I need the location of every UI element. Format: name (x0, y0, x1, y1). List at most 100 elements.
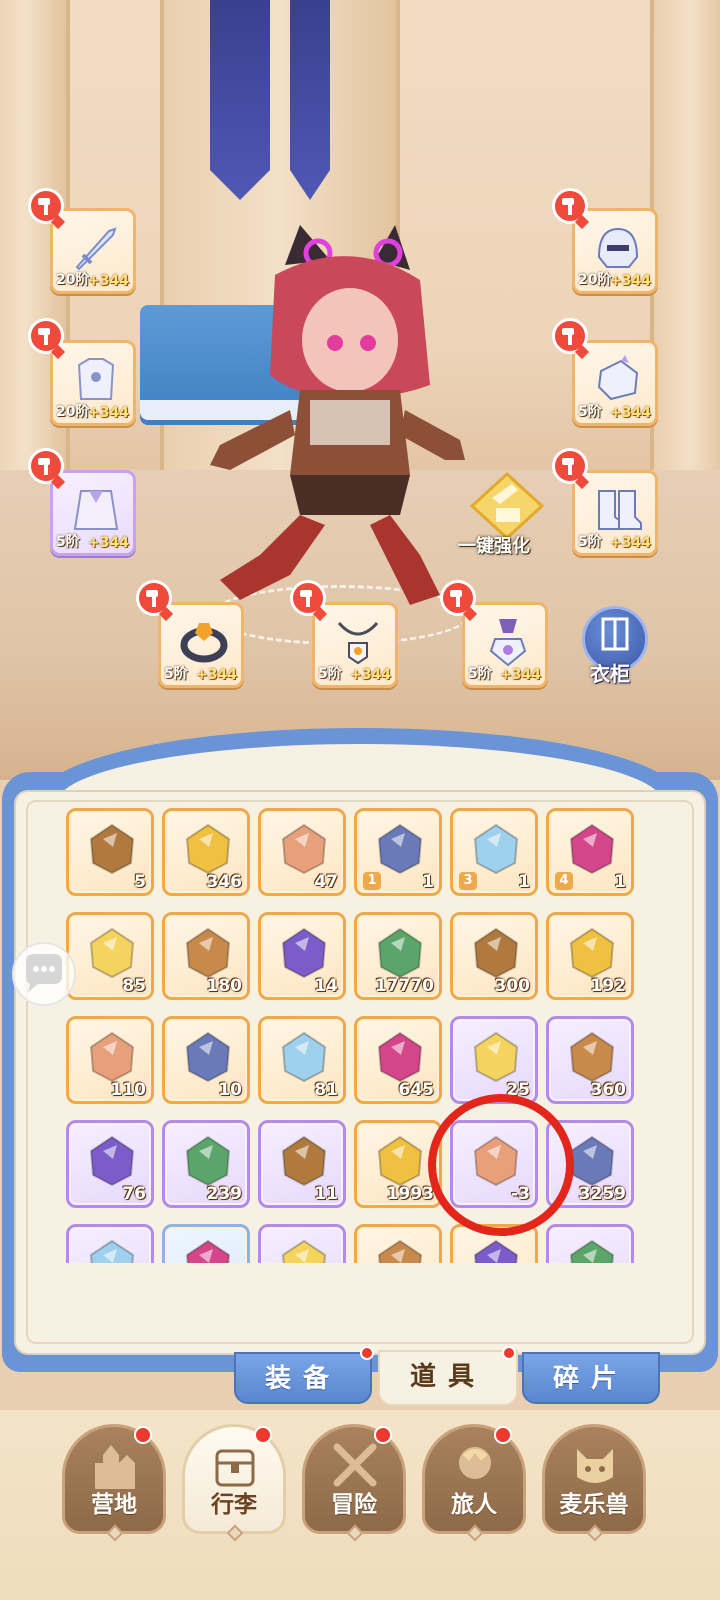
seed-bag-icon (275, 819, 333, 877)
upgrade-hammer-icon[interactable] (552, 448, 588, 484)
item-count: 5 (134, 872, 146, 892)
jingle-bell-icon (371, 1027, 429, 1085)
envelope-icon (371, 1235, 429, 1263)
inventory-slot[interactable]: 17770 (354, 912, 442, 1000)
snowflake-icon (371, 1131, 429, 1189)
nav-luggage[interactable]: 行李 (182, 1424, 286, 1542)
equip-tier: 5阶 (578, 404, 602, 420)
inventory-slot[interactable]: 300 (450, 912, 538, 1000)
inventory-slot[interactable]: 41 (546, 808, 634, 896)
inventory-slot[interactable]: 346 (162, 808, 250, 896)
nav-traveler[interactable]: 旅人 (422, 1424, 526, 1542)
tab-label: 碎片 (552, 1364, 629, 1394)
equip-tier: 20阶 (56, 272, 90, 288)
inventory-slot[interactable]: 11 (354, 808, 442, 896)
inventory-slot[interactable]: 85 (66, 912, 154, 1000)
upgrade-hammer-icon[interactable] (136, 580, 172, 616)
inventory-slot[interactable] (258, 1224, 346, 1263)
one-click-enhance-label: 一键强化 (458, 536, 530, 557)
inventory-slot[interactable]: 180 (162, 912, 250, 1000)
leaf-icon (467, 1235, 525, 1263)
gold-gem-icon (83, 923, 141, 981)
inventory-slot[interactable] (162, 1224, 250, 1263)
item-count: 76 (122, 1184, 146, 1204)
ring-icon (180, 623, 228, 663)
star-icon (179, 923, 237, 981)
chat-button[interactable] (12, 942, 76, 1006)
item-count: 10 (218, 1080, 242, 1100)
equip-bonus: +344 (500, 667, 541, 683)
inventory-slot[interactable]: 360 (546, 1016, 634, 1104)
item-count: 346 (206, 872, 243, 892)
inventory-slot[interactable]: 76 (66, 1120, 154, 1208)
chat-bubble-icon (26, 954, 62, 992)
item-count: 645 (398, 1080, 435, 1100)
equip-tier: 20阶 (578, 272, 612, 288)
banner (290, 0, 330, 200)
red-circle-highlight (428, 1094, 574, 1236)
inventory-slot[interactable]: 47 (258, 808, 346, 896)
item-count: 1993 (386, 1184, 434, 1204)
tab-badge-dot (360, 1346, 374, 1360)
inventory-slot[interactable]: 81 (258, 1016, 346, 1104)
item-count: 110 (110, 1080, 147, 1100)
upgrade-hammer-icon[interactable] (440, 580, 476, 616)
enhance-anvil-icon (469, 471, 545, 541)
inventory-slot[interactable]: 11 (258, 1120, 346, 1208)
nav-label: 行李 (211, 1492, 257, 1518)
potion-jar-icon (563, 1027, 621, 1085)
sword-icon (75, 227, 117, 271)
tab-fragments[interactable]: 碎片 (522, 1352, 660, 1404)
inventory-slot[interactable] (66, 1224, 154, 1263)
inventory-slot[interactable]: 10 (162, 1016, 250, 1104)
upgrade-hammer-icon[interactable] (552, 318, 588, 354)
upgrade-hammer-icon[interactable] (28, 188, 64, 224)
equip-tier: 5阶 (56, 534, 80, 550)
wardrobe-button[interactable]: 衣柜 (578, 606, 652, 686)
item-count: 180 (206, 976, 243, 996)
inventory-slot[interactable]: 110 (66, 1016, 154, 1104)
equip-tier: 5阶 (318, 666, 342, 682)
equip-bonus: +344 (610, 535, 651, 551)
inventory-slot[interactable]: 14 (258, 912, 346, 1000)
upgrade-hammer-icon[interactable] (552, 188, 588, 224)
log-icon (83, 819, 141, 877)
one-click-enhance-button[interactable]: 一键强化 (458, 470, 552, 560)
egg-icon (83, 1235, 141, 1263)
nav-label: 冒险 (331, 1492, 377, 1518)
upgrade-hammer-icon[interactable] (28, 318, 64, 354)
wardrobe-label: 衣柜 (590, 662, 630, 686)
upgrade-hammer-icon[interactable] (28, 448, 64, 484)
nav-camp[interactable]: 营地 (62, 1424, 166, 1542)
equip-tier: 20阶 (56, 404, 90, 420)
inventory-slot[interactable]: 25 (450, 1016, 538, 1104)
nav-melody-beast[interactable]: 麦乐兽 (542, 1424, 646, 1542)
inventory-slot[interactable]: 31 (450, 808, 538, 896)
paw-bag-icon (275, 1131, 333, 1189)
inventory-slot[interactable]: 645 (354, 1016, 442, 1104)
stool-icon (563, 819, 621, 877)
horseshoe-icon (467, 1027, 525, 1085)
lyre-icon (467, 923, 525, 981)
paint-splash-icon (179, 1027, 237, 1085)
inventory-slot[interactable]: 239 (162, 1120, 250, 1208)
inventory-slot[interactable]: 5 (66, 808, 154, 896)
item-count: 85 (122, 976, 146, 996)
item-count: 14 (314, 976, 338, 996)
cloak-icon (73, 490, 119, 530)
nav-badge-dot (494, 1426, 512, 1444)
character-avatar[interactable] (190, 225, 480, 615)
orb-icon (371, 923, 429, 981)
heart-orb-icon (275, 1235, 333, 1263)
item-level-badge: 1 (363, 872, 381, 890)
tab-items[interactable]: 道具 (378, 1350, 518, 1406)
inventory-slot[interactable] (354, 1224, 442, 1263)
inventory-slot[interactable]: 192 (546, 912, 634, 1000)
nav-adventure[interactable]: 冒险 (302, 1424, 406, 1542)
inventory-slot[interactable] (546, 1224, 634, 1263)
gauntlet-icon (597, 355, 639, 401)
upgrade-hammer-icon[interactable] (290, 580, 326, 616)
necklace-icon (337, 621, 379, 665)
tab-equipment[interactable]: 装备 (234, 1352, 372, 1404)
equip-tier: 5阶 (164, 666, 188, 682)
